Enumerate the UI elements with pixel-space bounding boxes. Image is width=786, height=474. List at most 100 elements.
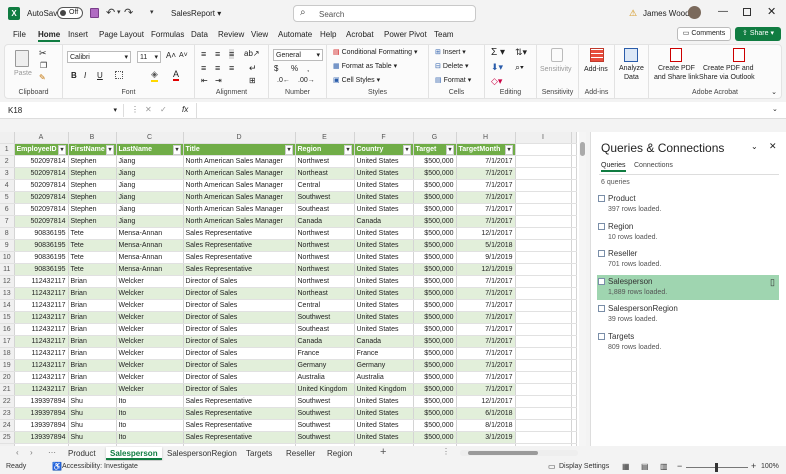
- table-cell[interactable]: Jiang: [116, 191, 184, 204]
- table-cell[interactable]: Southwest: [295, 395, 355, 408]
- table-cell[interactable]: $500,000: [413, 239, 457, 252]
- table-cell[interactable]: United States: [354, 407, 414, 420]
- empty-cell[interactable]: [571, 263, 577, 276]
- table-cell[interactable]: $500,000: [413, 263, 457, 276]
- empty-cell[interactable]: [515, 287, 572, 300]
- worksheet-grid[interactable]: A B C D E F G H I 1 EmployeeID ▾ FirstName ▾ LastName ▾…: [0, 132, 586, 446]
- table-header-cell[interactable]: Country ▾: [354, 143, 414, 156]
- align-top-icon[interactable]: ≡: [201, 49, 206, 59]
- copy-icon[interactable]: ❐: [40, 61, 47, 70]
- comments-button[interactable]: ▭ Comments: [677, 27, 731, 41]
- table-cell[interactable]: Jiang: [116, 167, 184, 180]
- table-cell[interactable]: 12/1/2017: [456, 395, 516, 408]
- table-cell[interactable]: Mensa-Annan: [116, 251, 184, 264]
- table-cell[interactable]: 502097814: [14, 167, 69, 180]
- menu-file[interactable]: File: [13, 30, 26, 39]
- create-pdf-outlook-line2[interactable]: Share via Outlook: [699, 74, 755, 81]
- table-cell[interactable]: North American Sales Manager: [183, 203, 296, 216]
- table-cell[interactable]: 7/1/2017: [456, 179, 516, 192]
- table-cell[interactable]: United States: [354, 311, 414, 324]
- menu-view[interactable]: View: [251, 30, 268, 39]
- wrap-text-icon[interactable]: ↵: [249, 63, 257, 74]
- table-cell[interactable]: Sales Representative: [183, 263, 296, 276]
- empty-cell[interactable]: [571, 395, 577, 408]
- create-pdf-link-line1[interactable]: Create PDF: [658, 65, 695, 72]
- table-cell[interactable]: 112432117: [14, 335, 69, 348]
- table-cell[interactable]: Brian: [68, 347, 117, 360]
- table-cell[interactable]: $500,000: [413, 359, 457, 372]
- percent-icon[interactable]: %: [291, 64, 298, 73]
- table-cell[interactable]: Southeast: [295, 323, 355, 336]
- formula-input[interactable]: [196, 103, 782, 118]
- prev-sheet-icon[interactable]: ‹: [16, 448, 19, 457]
- table-cell[interactable]: 502097814: [14, 215, 69, 228]
- empty-cell[interactable]: [515, 371, 572, 384]
- empty-cell[interactable]: [571, 251, 577, 264]
- row-header[interactable]: 14: [0, 299, 15, 312]
- table-cell[interactable]: $500,000: [413, 155, 457, 168]
- row-header[interactable]: 16: [0, 323, 15, 336]
- table-cell[interactable]: Canada: [295, 335, 355, 348]
- row-header[interactable]: 4: [0, 179, 15, 192]
- table-header-cell[interactable]: FirstName ▾: [68, 143, 117, 156]
- addins-icon[interactable]: [590, 48, 604, 62]
- menu-data[interactable]: Data: [191, 30, 208, 39]
- table-cell[interactable]: United Kingdom: [354, 383, 414, 396]
- maximize-icon[interactable]: [743, 8, 751, 16]
- query-item[interactable]: Targets 809 rows loaded.: [597, 330, 779, 355]
- table-cell[interactable]: United States: [354, 299, 414, 312]
- table-cell[interactable]: $500,000: [413, 419, 457, 432]
- table-cell[interactable]: North American Sales Manager: [183, 155, 296, 168]
- analyze-data-line2[interactable]: Data: [624, 74, 639, 81]
- table-cell[interactable]: Northwest: [295, 275, 355, 288]
- zoom-slider[interactable]: [686, 463, 748, 472]
- expand-formula-icon[interactable]: ⌄: [772, 105, 778, 113]
- column-header[interactable]: C: [116, 132, 184, 144]
- table-cell[interactable]: 139397894: [14, 431, 69, 444]
- column-header[interactable]: B: [68, 132, 117, 144]
- cell-table[interactable]: A B C D E F G H I 1 EmployeeID ▾ FirstName ▾ LastName ▾…: [0, 132, 577, 446]
- display-settings-icon[interactable]: ▭: [548, 462, 556, 471]
- table-cell[interactable]: Northwest: [295, 263, 355, 276]
- table-cell[interactable]: Director of Sales: [183, 383, 296, 396]
- sensitivity-icon[interactable]: [551, 48, 563, 62]
- empty-cell[interactable]: [515, 335, 572, 348]
- empty-cell[interactable]: [571, 227, 577, 240]
- insert-function-icon[interactable]: fx: [182, 105, 188, 114]
- table-cell[interactable]: $500,000: [413, 395, 457, 408]
- column-header[interactable]: D: [183, 132, 296, 144]
- table-cell[interactable]: Northwest: [295, 155, 355, 168]
- menu-acrobat[interactable]: Acrobat: [346, 30, 374, 39]
- empty-cell[interactable]: [515, 203, 572, 216]
- table-cell[interactable]: Northeast: [295, 287, 355, 300]
- align-right-icon[interactable]: ≡: [229, 63, 234, 73]
- row-header[interactable]: 7: [0, 215, 15, 228]
- table-cell[interactable]: Director of Sales: [183, 311, 296, 324]
- font-size-select[interactable]: 11 ▾: [137, 51, 161, 63]
- table-cell[interactable]: Brian: [68, 335, 117, 348]
- table-cell[interactable]: Welcker: [116, 383, 184, 396]
- table-cell[interactable]: Stephen: [68, 167, 117, 180]
- create-pdf-outlook-icon[interactable]: [733, 48, 745, 62]
- table-cell[interactable]: Sales Representative: [183, 227, 296, 240]
- table-cell[interactable]: Southwest: [295, 431, 355, 444]
- table-cell[interactable]: Central: [295, 179, 355, 192]
- table-cell[interactable]: United States: [354, 251, 414, 264]
- empty-cell[interactable]: [571, 239, 577, 252]
- filter-dropdown-icon[interactable]: ▾: [106, 145, 114, 155]
- insert-cells-button[interactable]: ⊞ Insert ▾: [435, 48, 466, 56]
- empty-cell[interactable]: [571, 155, 577, 168]
- table-cell[interactable]: 112432117: [14, 323, 69, 336]
- table-cell[interactable]: United States: [354, 431, 414, 444]
- menu-insert[interactable]: Insert: [68, 30, 88, 39]
- sheet-tab-targets[interactable]: Targets: [242, 447, 276, 460]
- table-cell[interactable]: United States: [354, 395, 414, 408]
- filter-dropdown-icon[interactable]: ▾: [285, 145, 293, 155]
- table-cell[interactable]: Sales Representative: [183, 431, 296, 444]
- table-cell[interactable]: United States: [354, 275, 414, 288]
- menu-automate[interactable]: Automate: [278, 30, 312, 39]
- close-window-icon[interactable]: ✕: [767, 5, 776, 18]
- table-cell[interactable]: 7/1/2017: [456, 299, 516, 312]
- redo-icon[interactable]: ↷: [124, 6, 133, 19]
- table-cell[interactable]: Director of Sales: [183, 275, 296, 288]
